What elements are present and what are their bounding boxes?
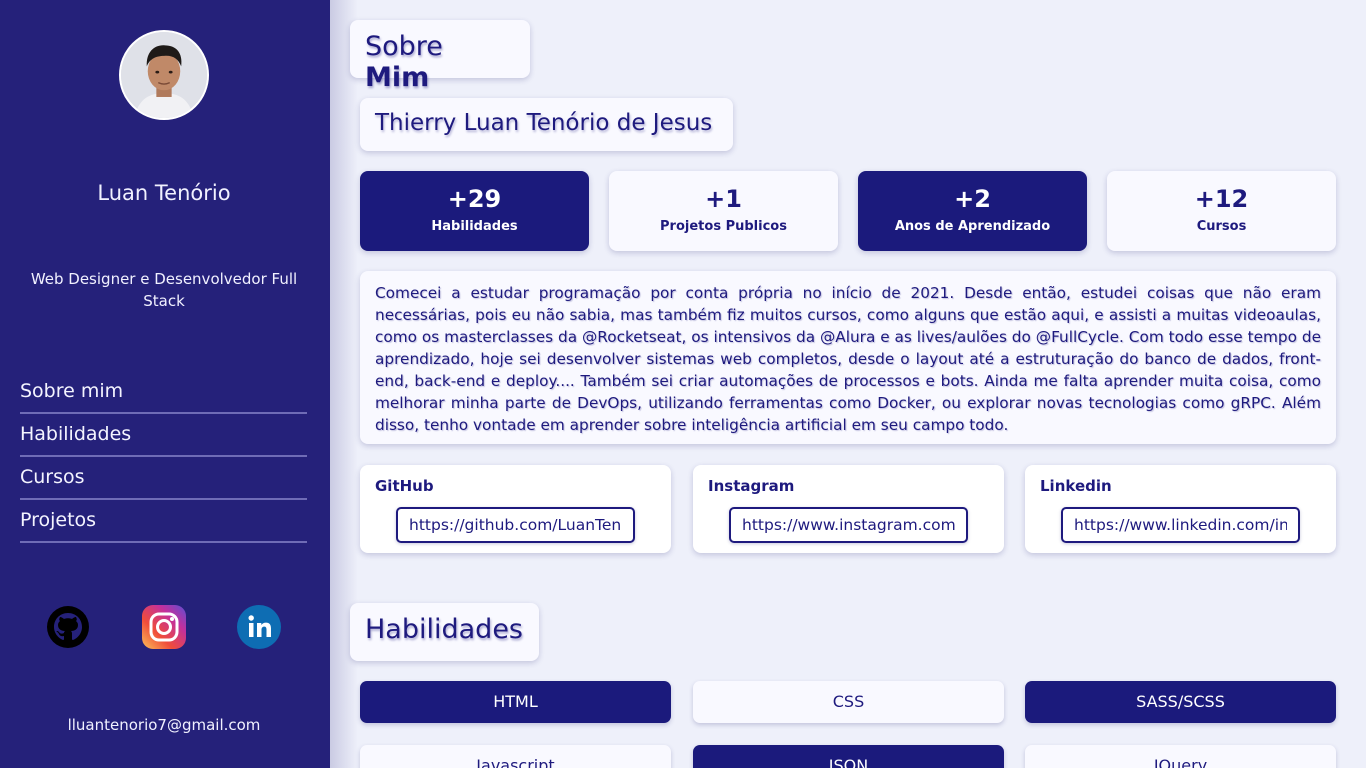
stat-value: +12	[1194, 185, 1249, 213]
stat-card-habilidades: +29 Habilidades	[360, 171, 589, 251]
link-card-instagram: Instagram	[693, 465, 1004, 553]
instagram-url-field[interactable]	[729, 507, 968, 543]
skill-badge-css: CSS	[693, 681, 1004, 723]
skill-badge-json: JSON	[693, 745, 1004, 768]
link-card-github: GitHub	[360, 465, 671, 553]
link-label: GitHub	[375, 477, 434, 495]
section-title-prefix: Sobre	[365, 31, 443, 62]
stat-value: +1	[705, 185, 742, 213]
avatar	[119, 30, 209, 120]
section-title-sobre-mim: Sobre Mim	[350, 20, 530, 93]
instagram-icon[interactable]	[142, 605, 186, 649]
stat-label: Cursos	[1196, 219, 1247, 234]
nav-item-projetos[interactable]: Projetos	[20, 500, 307, 543]
social-links	[46, 605, 286, 649]
github-url-field[interactable]	[396, 507, 635, 543]
bio-card: Comecei a estudar programação por conta …	[360, 271, 1336, 444]
bio-text: Comecei a estudar programação por conta …	[375, 284, 1321, 434]
skill-badge-javascript: Javascript	[360, 745, 671, 768]
nav-item-habilidades[interactable]: Habilidades	[20, 414, 307, 457]
section-title-bold: Mim	[365, 62, 430, 93]
stat-value: +2	[954, 185, 991, 213]
stat-label: Projetos Publicos	[660, 219, 787, 234]
skill-badge-sass: SASS/SCSS	[1025, 681, 1336, 723]
nav-item-cursos[interactable]: Cursos	[20, 457, 307, 500]
github-icon[interactable]	[46, 605, 90, 649]
skill-badge-jquery: JQuery	[1025, 745, 1336, 768]
link-label: Instagram	[708, 477, 795, 495]
stat-value: +29	[447, 185, 502, 213]
link-card-linkedin: Linkedin	[1025, 465, 1336, 553]
profile-role: Web Designer e Desenvolvedor Full Stack	[30, 270, 298, 310]
nav-item-sobre-mim[interactable]: Sobre mim	[20, 371, 307, 414]
profile-name: Luan Tenório	[97, 181, 231, 205]
section-title-text: Habilidades	[365, 614, 523, 645]
full-name-card: Thierry Luan Tenório de Jesus	[360, 98, 733, 151]
stat-label: Habilidades	[431, 219, 518, 234]
section-title-habilidades: Habilidades	[350, 603, 539, 661]
sidebar-nav: Sobre mim Habilidades Cursos Projetos	[20, 371, 307, 543]
stat-label: Anos de Aprendizado	[894, 219, 1051, 234]
link-label: Linkedin	[1040, 477, 1112, 495]
stat-card-anos: +2 Anos de Aprendizado	[858, 171, 1087, 251]
stat-card-projetos: +1 Projetos Publicos	[609, 171, 838, 251]
linkedin-url-field[interactable]	[1061, 507, 1300, 543]
sidebar: Luan Tenório Web Designer e Desenvolvedo…	[0, 0, 358, 768]
profile-photo	[121, 32, 207, 118]
full-name: Thierry Luan Tenório de Jesus	[375, 110, 713, 136]
linkedin-icon[interactable]	[237, 605, 281, 649]
skill-badge-html: HTML	[360, 681, 671, 723]
email-address: lluantenorio7@gmail.com	[67, 716, 261, 734]
stat-card-cursos: +12 Cursos	[1107, 171, 1336, 251]
